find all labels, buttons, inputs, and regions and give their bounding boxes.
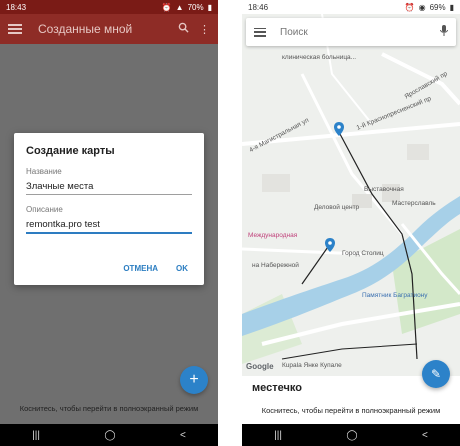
map-label-naberezhnaya: на Набережной [252, 262, 299, 269]
map-label-bagration: Памятник Багратиону [362, 292, 428, 299]
status-time: 18:43 [6, 2, 27, 12]
map-label-expo: Выставочная [364, 186, 404, 193]
map-canvas [242, 14, 460, 376]
app-bar: Созданные мной ⋮ [0, 14, 218, 44]
screenshot-root: 18:43 ⏰ ▲ 70% ▮ Созданные мной ⋮ Создани… [0, 0, 460, 446]
alarm-icon: ⏰ [404, 2, 415, 12]
back-icon[interactable]: < [422, 430, 428, 441]
map-pin-icon[interactable] [325, 238, 335, 252]
edit-fab-button[interactable]: ✎ [422, 360, 450, 388]
battery-icon: ▮ [207, 2, 212, 12]
microphone-icon[interactable] [440, 25, 448, 39]
home-icon[interactable]: ◯ [346, 430, 357, 441]
system-nav-bar: ||| ◯ < [0, 424, 218, 446]
fullscreen-hint: Коснитесь, чтобы перейти в полноэкранный… [261, 406, 441, 415]
ok-button[interactable]: OK [176, 264, 188, 273]
map-label-hospital: клиническая больница... [282, 54, 357, 61]
name-field[interactable] [26, 178, 192, 195]
description-label: Описание [26, 205, 63, 214]
system-nav-bar: ||| ◯ < [242, 424, 460, 446]
left-phone-screen: 18:43 ⏰ ▲ 70% ▮ Созданные мной ⋮ Создани… [0, 0, 218, 446]
fullscreen-hint: Коснитесь, чтобы перейти в полноэкранный… [19, 404, 199, 413]
page-title: Созданные мной [38, 22, 133, 36]
battery-level: 69% [429, 2, 446, 12]
add-fab-button[interactable]: + [180, 366, 208, 394]
status-bar: 18:46 ⏰ ◉ 69% ▮ [242, 0, 460, 14]
map-label-masterslavl: Мастерславль [392, 200, 436, 207]
signal-icon: ▲ [175, 2, 184, 12]
plus-icon: + [189, 371, 199, 388]
search-input[interactable] [280, 26, 440, 38]
status-time: 18:46 [248, 2, 269, 12]
map-label-yanka: Кupala Янке Купале [282, 362, 342, 369]
pencil-icon: ✎ [430, 367, 442, 381]
recents-icon[interactable]: ||| [274, 430, 282, 441]
location-icon: ◉ [418, 2, 426, 12]
create-map-dialog: Создание карты Название Описание ОТМЕНА … [14, 133, 204, 285]
name-label: Название [26, 167, 62, 176]
google-logo: Google [246, 362, 274, 371]
map-title: местечко [252, 382, 302, 394]
more-options-icon[interactable]: ⋮ [199, 23, 210, 36]
home-icon[interactable]: ◯ [104, 430, 115, 441]
right-phone-screen: 18:46 ⏰ ◉ 69% ▮ клиническая больница... … [242, 0, 460, 446]
map-label-business: Деловой центр [314, 204, 360, 211]
battery-icon: ▮ [449, 2, 454, 12]
map-search-bar [246, 18, 456, 46]
battery-level: 70% [187, 2, 204, 12]
map-pin-icon[interactable] [334, 122, 344, 136]
map-label-mezhdunarodnaya: Международная [248, 232, 298, 239]
cancel-button[interactable]: ОТМЕНА [123, 264, 158, 273]
back-icon[interactable]: < [180, 430, 186, 441]
description-field[interactable] [26, 216, 192, 234]
recents-icon[interactable]: ||| [32, 430, 40, 441]
dialog-title: Создание карты [26, 145, 115, 157]
status-bar: 18:43 ⏰ ▲ 70% ▮ [0, 0, 218, 14]
alarm-icon: ⏰ [161, 2, 172, 12]
hamburger-menu-icon[interactable] [254, 27, 266, 37]
map-view[interactable]: клиническая больница... Ярославский пр 1… [242, 14, 460, 376]
map-label-city: Город Столиц [342, 250, 384, 257]
search-icon[interactable] [178, 22, 189, 36]
hamburger-menu-icon[interactable] [8, 24, 22, 34]
